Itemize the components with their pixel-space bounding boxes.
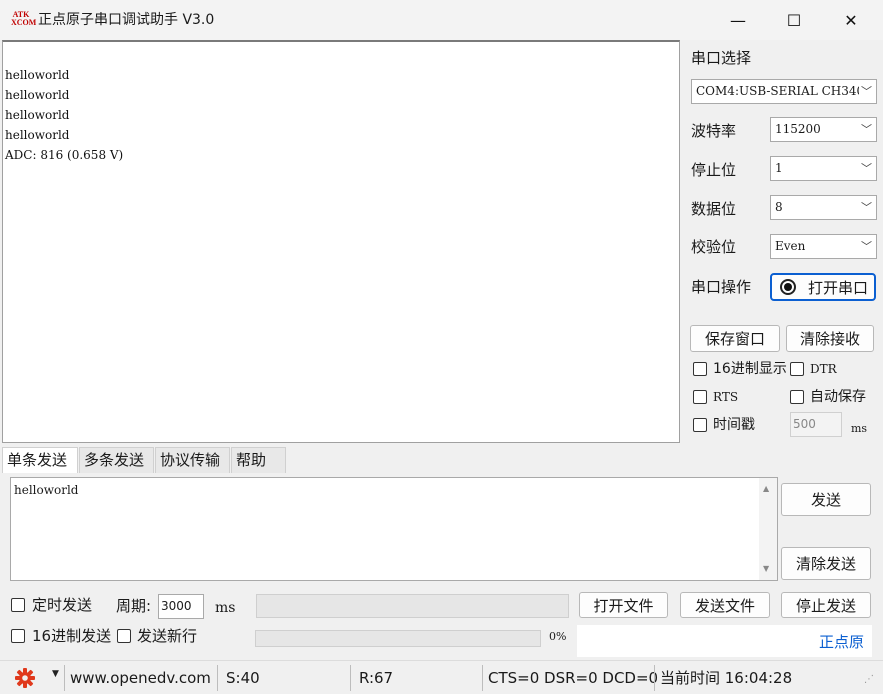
status-url[interactable]: www.openedv.com xyxy=(70,667,211,689)
receive-line: helloworld xyxy=(5,108,70,122)
port-select-label: 串口选择 xyxy=(691,49,752,67)
send-button[interactable]: 发送 xyxy=(781,483,871,516)
port-status-icon xyxy=(780,279,796,295)
receive-line: helloworld xyxy=(5,88,70,102)
parity-select[interactable]: Even ﹀ xyxy=(770,234,877,259)
chevron-down-icon: ﹀ xyxy=(859,80,872,103)
status-separator xyxy=(217,665,218,691)
data-bits-label: 数据位 xyxy=(691,200,737,218)
send-tabs: 单条发送 多条发送 协议传输 帮助 xyxy=(2,447,287,473)
stop-bits-value: 1 xyxy=(775,161,783,175)
open-file-button[interactable]: 打开文件 xyxy=(579,592,668,618)
hex-display-label: 16进制显示 xyxy=(713,361,787,377)
hex-send-label: 16进制发送 xyxy=(32,627,112,645)
minimize-button[interactable]: — xyxy=(710,0,766,40)
port-operation-label: 串口操作 xyxy=(691,278,752,296)
receive-line: helloworld xyxy=(5,128,70,142)
port-select[interactable]: COM4:USB-SERIAL CH340 ﹀ xyxy=(691,79,877,104)
chevron-down-icon: ﹀ xyxy=(861,201,872,214)
timestamp-ms-input[interactable]: 500 xyxy=(790,412,842,437)
period-label: 周期: xyxy=(116,597,152,615)
maximize-icon: ☐ xyxy=(786,10,802,30)
caret-down-icon[interactable]: ▼ xyxy=(52,669,59,679)
close-icon: ✕ xyxy=(844,10,858,30)
rts-label: RTS xyxy=(713,390,739,404)
open-port-label: 打开串口 xyxy=(808,278,869,297)
send-text: helloworld xyxy=(14,483,79,497)
parity-value: Even xyxy=(775,239,806,253)
scroll-up-icon[interactable]: ▲ xyxy=(763,484,769,493)
stop-send-button[interactable]: 停止发送 xyxy=(781,592,871,618)
gear-icon[interactable] xyxy=(14,667,36,693)
status-modem-lines: CTS=0 DSR=0 DCD=0 xyxy=(488,669,659,687)
send-progress-percent: 0% xyxy=(549,630,567,643)
minimize-icon: — xyxy=(730,10,746,30)
close-button[interactable]: ✕ xyxy=(823,0,879,40)
window-title: 正点原子串口调试助手 V3.0 xyxy=(38,12,215,28)
receive-line: helloworld xyxy=(5,68,70,82)
send-progress-bar xyxy=(255,630,541,647)
receive-line: ADC: 816 (0.658 V) xyxy=(5,148,124,162)
send-newline-checkbox[interactable] xyxy=(117,629,131,643)
send-scrollbar[interactable]: ▲ ▼ xyxy=(759,478,777,580)
chevron-down-icon: ﹀ xyxy=(861,162,872,175)
receive-lines: helloworld helloworld helloworld hellowo… xyxy=(5,65,123,165)
timestamp-label: 时间戳 xyxy=(713,417,755,433)
file-path-field xyxy=(256,594,569,618)
maximize-button[interactable]: ☐ xyxy=(766,0,822,40)
save-window-button[interactable]: 保存窗口 xyxy=(690,325,780,352)
status-separator xyxy=(654,665,655,691)
status-received-count: R:67 xyxy=(359,669,394,687)
title-bar[interactable]: ATK XCOM 正点原子串口调试助手 V3.0 — ☐ ✕ xyxy=(0,0,883,40)
clear-receive-button[interactable]: 清除接收 xyxy=(786,325,874,352)
auto-save-label: 自动保存 xyxy=(810,389,866,405)
data-bits-value: 8 xyxy=(775,200,783,214)
period-unit: ms xyxy=(215,600,236,616)
clear-send-button[interactable]: 清除发送 xyxy=(781,547,871,580)
period-input[interactable]: 3000 xyxy=(158,594,204,619)
send-newline-label: 发送新行 xyxy=(137,627,198,645)
status-separator xyxy=(482,665,483,691)
app-logo: ATK XCOM xyxy=(11,11,37,29)
status-time: 当前时间 16:04:28 xyxy=(660,669,793,687)
tab-help[interactable]: 帮助 xyxy=(231,447,286,473)
dtr-checkbox[interactable] xyxy=(790,362,804,376)
brand-link[interactable]: 正点原 xyxy=(819,631,864,652)
tab-protocol[interactable]: 协议传输 xyxy=(155,447,230,473)
logo-bottom-text: XCOM xyxy=(11,18,37,27)
data-bits-select[interactable]: 8 ﹀ xyxy=(770,195,877,220)
rts-checkbox[interactable] xyxy=(693,390,707,404)
hex-display-checkbox[interactable] xyxy=(693,362,707,376)
status-bar: ▼ www.openedv.com S:40 R:67 CTS=0 DSR=0 … xyxy=(0,660,883,694)
auto-save-checkbox[interactable] xyxy=(790,390,804,404)
baud-label: 波特率 xyxy=(691,122,737,140)
hex-send-checkbox[interactable] xyxy=(11,629,25,643)
port-select-value: COM4:USB-SERIAL CH340 xyxy=(696,84,865,98)
resize-grip-icon[interactable]: ⋰ xyxy=(864,675,874,685)
stop-bits-select[interactable]: 1 ﹀ xyxy=(770,156,877,181)
receive-textarea[interactable]: helloworld helloworld helloworld hellowo… xyxy=(2,40,680,443)
open-port-button[interactable]: 打开串口 xyxy=(770,273,876,301)
status-separator xyxy=(64,665,65,691)
baud-value: 115200 xyxy=(775,122,821,136)
scroll-down-icon[interactable]: ▼ xyxy=(763,564,769,573)
timestamp-unit: ms xyxy=(851,422,868,435)
chevron-down-icon: ﹀ xyxy=(861,123,872,136)
chevron-down-icon: ﹀ xyxy=(861,240,872,253)
tab-single-send[interactable]: 单条发送 xyxy=(2,447,78,473)
brand-panel: 正点原 xyxy=(577,625,872,657)
timed-send-label: 定时发送 xyxy=(32,596,93,614)
timed-send-checkbox[interactable] xyxy=(11,598,25,612)
timestamp-checkbox[interactable] xyxy=(693,418,707,432)
tab-multi-send[interactable]: 多条发送 xyxy=(79,447,154,473)
status-separator xyxy=(350,665,351,691)
status-sent-count: S:40 xyxy=(226,669,260,687)
send-textarea[interactable]: helloworld ▲ ▼ xyxy=(10,477,778,581)
parity-label: 校验位 xyxy=(691,238,737,256)
dtr-label: DTR xyxy=(810,362,837,376)
send-file-button[interactable]: 发送文件 xyxy=(680,592,770,618)
baud-select[interactable]: 115200 ﹀ xyxy=(770,117,877,142)
stop-bits-label: 停止位 xyxy=(691,161,737,179)
